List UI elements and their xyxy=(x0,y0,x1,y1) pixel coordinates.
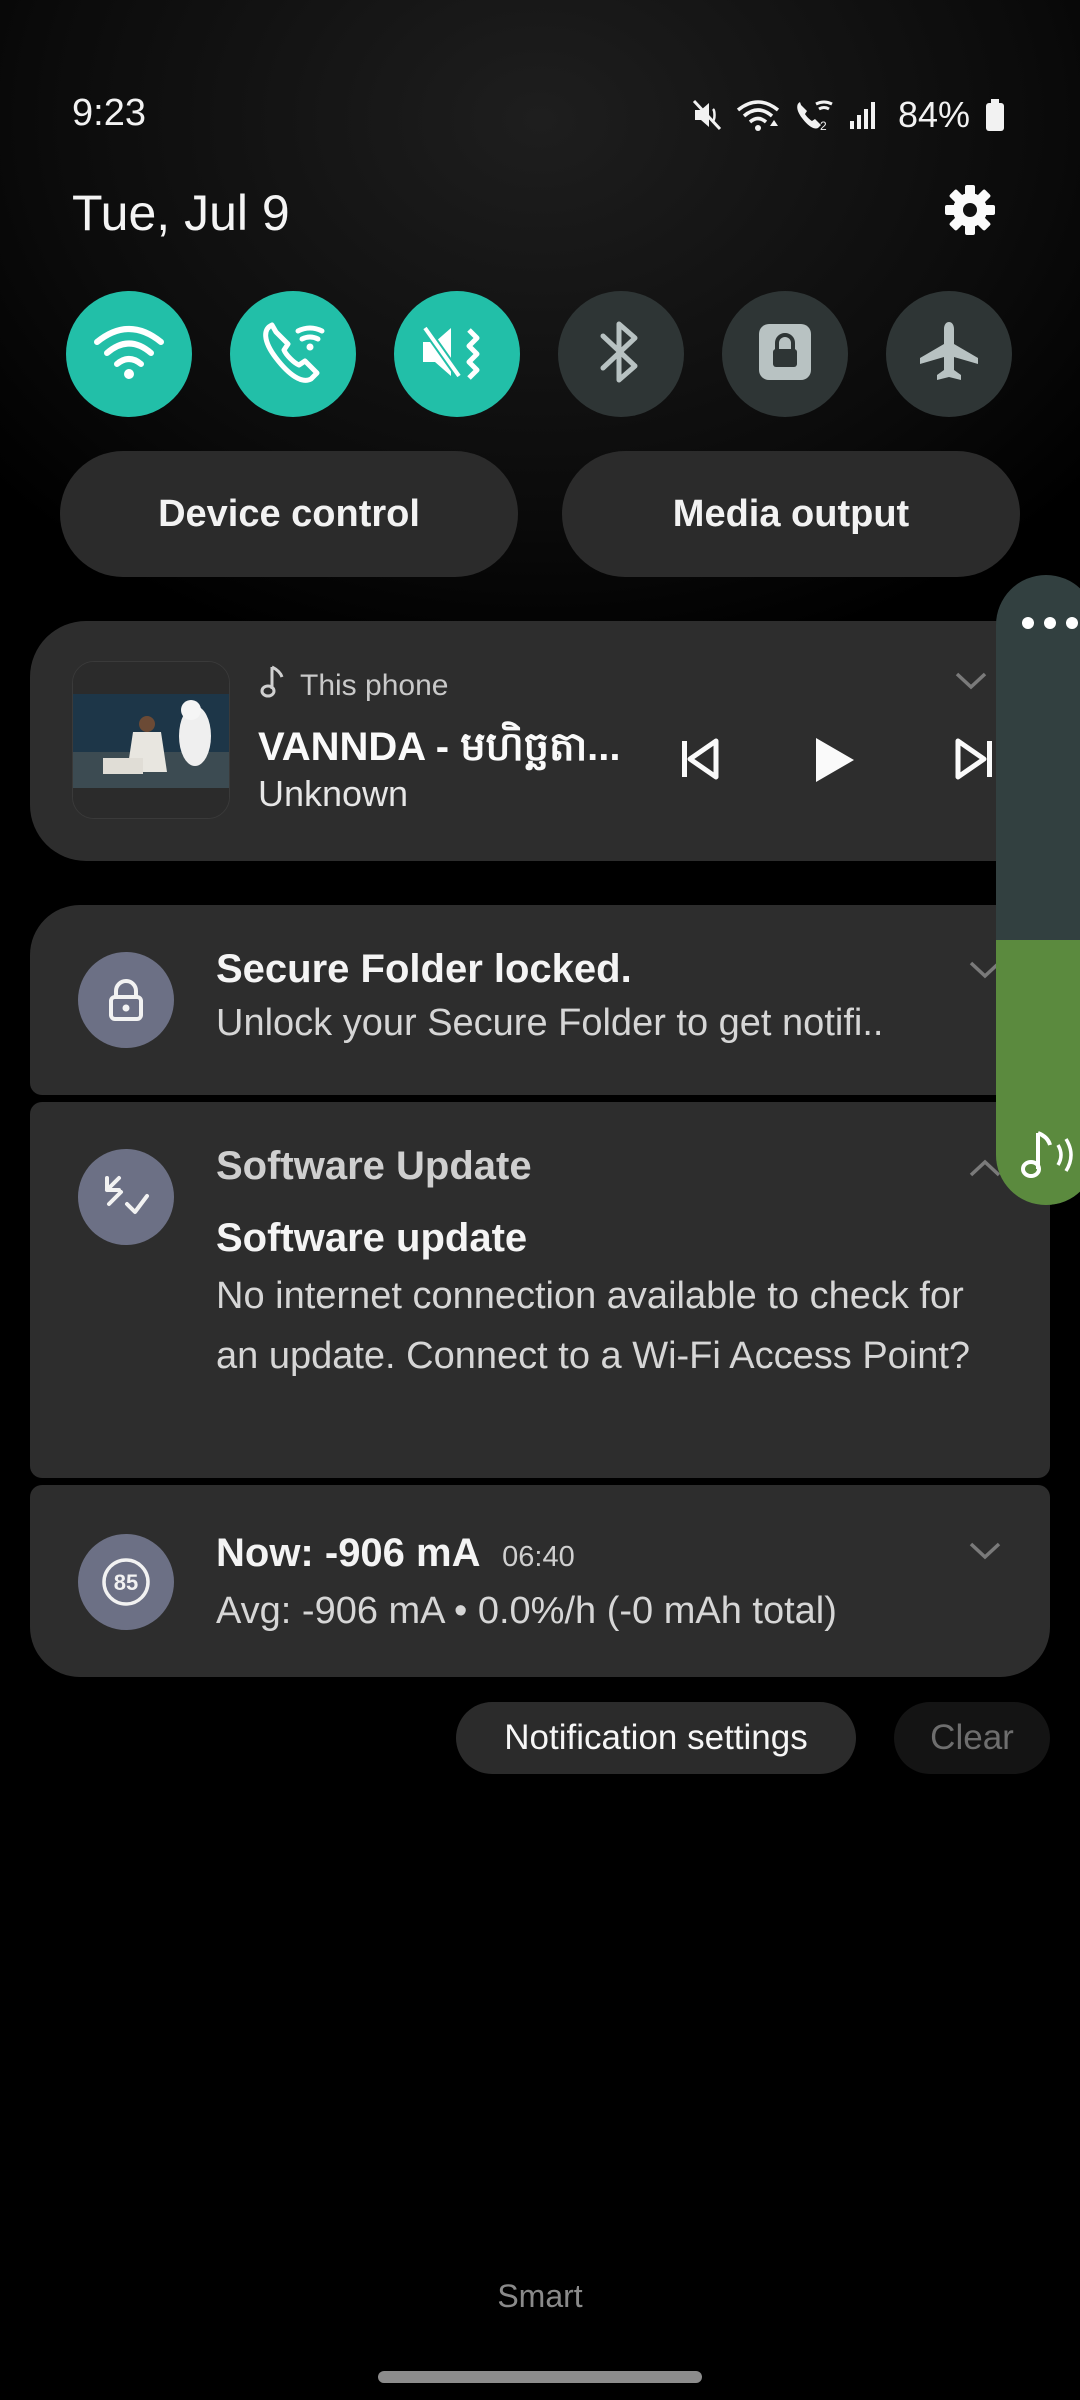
skip-next-icon xyxy=(952,737,996,786)
notification-shade: 9:23 2 84% Tue, Jul 9 Device control Med… xyxy=(0,0,1080,2400)
battery-current: Now: -906 mA xyxy=(216,1531,480,1575)
more-options-icon[interactable] xyxy=(1020,615,1080,636)
secure-folder-toggle[interactable] xyxy=(722,291,848,417)
notification-settings-button[interactable]: Notification settings xyxy=(456,1702,856,1774)
media-output-button[interactable]: Media output xyxy=(562,451,1020,577)
gear-icon xyxy=(942,182,998,243)
battery-percent: 84% xyxy=(897,94,970,135)
wifi-toggle[interactable] xyxy=(66,291,192,417)
play-button[interactable] xyxy=(798,727,868,797)
wifi-calling-icon: 2 xyxy=(794,98,834,132)
software-update-icon xyxy=(78,1149,174,1245)
play-icon xyxy=(810,735,856,790)
notification-body: Avg: -906 mA • 0.0%/h (-0 mAh total) xyxy=(216,1590,837,1632)
svg-text:2: 2 xyxy=(820,119,827,132)
software-update-notification[interactable]: Software Update Software update No inter… xyxy=(30,1102,1050,1478)
wifi-icon xyxy=(736,98,780,132)
notification-title: Secure Folder locked. xyxy=(216,947,632,991)
home-indicator[interactable] xyxy=(378,2371,702,2383)
notification-title: Software update xyxy=(216,1216,528,1260)
previous-track-button[interactable] xyxy=(670,731,730,791)
wifi-calling-toggle[interactable] xyxy=(230,291,356,417)
notification-body: Unlock your Secure Folder to get notifi.… xyxy=(216,1002,884,1044)
battery-monitor-icon: 85 xyxy=(78,1534,174,1630)
mute-toggle[interactable] xyxy=(394,291,520,417)
status-icons: 2 84% xyxy=(692,94,1006,136)
battery-icon xyxy=(984,98,1006,132)
battery-badge: 85 xyxy=(114,1570,138,1595)
settings-button[interactable] xyxy=(940,182,1000,242)
footer-label: Smart xyxy=(497,2278,583,2314)
airplane-toggle[interactable] xyxy=(886,291,1012,417)
wifi-calling-icon xyxy=(258,317,328,392)
device-control-button[interactable]: Device control xyxy=(60,451,518,577)
chevron-down-icon[interactable] xyxy=(954,671,988,696)
secure-folder-notification[interactable]: Secure Folder locked. Unlock your Secure… xyxy=(30,905,1050,1095)
battery-notification[interactable]: 85 Now: -906 mA 06:40 Avg: -906 mA • 0.0… xyxy=(30,1485,1050,1677)
skip-previous-icon xyxy=(678,737,722,786)
media-volume-icon xyxy=(1018,1127,1080,1188)
mute-icon xyxy=(419,320,495,389)
lock-icon xyxy=(755,320,815,389)
signal-icon xyxy=(848,99,880,131)
media-player-card[interactable]: This phone VANNDA - មហិច្ឆតា... Unknown xyxy=(30,621,1060,861)
notification-title: Now: -906 mA 06:40 xyxy=(216,1531,575,1576)
media-title: VANNDA - មហិច្ឆតា... xyxy=(258,725,621,769)
media-artist: Unknown xyxy=(258,773,409,814)
chevron-down-icon[interactable] xyxy=(968,1541,1002,1566)
next-track-button[interactable] xyxy=(944,731,1004,791)
notification-app-name: Software Update xyxy=(216,1144,532,1188)
album-art xyxy=(72,661,230,819)
wifi-icon xyxy=(93,322,165,387)
clear-button[interactable]: Clear xyxy=(894,1702,1050,1774)
notification-body: No internet connection available to chec… xyxy=(216,1275,971,1377)
lock-icon xyxy=(78,952,174,1048)
mute-icon xyxy=(692,98,722,132)
media-source: This phone xyxy=(260,665,448,707)
bluetooth-icon xyxy=(599,318,643,391)
status-time: 9:23 xyxy=(72,92,146,134)
volume-slider[interactable] xyxy=(996,575,1080,1205)
bluetooth-toggle[interactable] xyxy=(558,291,684,417)
airplane-icon xyxy=(915,318,983,391)
music-note-icon xyxy=(260,665,284,707)
date: Tue, Jul 9 xyxy=(72,185,290,241)
media-source-label: This phone xyxy=(300,669,449,702)
notification-time: 06:40 xyxy=(502,1541,575,1573)
